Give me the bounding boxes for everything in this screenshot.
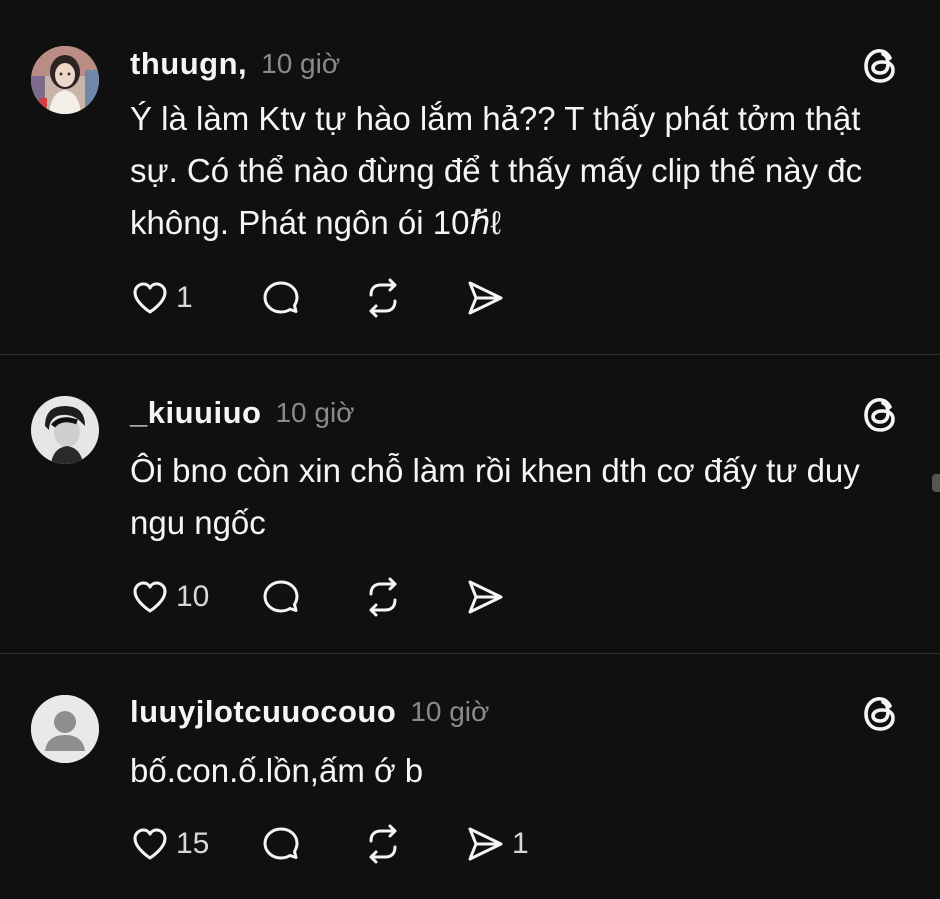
reply-text: Ôi bno còn xin chỗ làm rồi khen dth cơ đ… — [130, 452, 860, 541]
reply-button[interactable] — [260, 576, 302, 618]
like-count: 10 — [176, 580, 210, 613]
share-count: 1 — [512, 827, 529, 860]
like-button[interactable]: 10 — [130, 577, 220, 617]
reply-button[interactable] — [260, 823, 302, 865]
username[interactable]: _kiuuiuo — [130, 395, 261, 431]
share-button[interactable] — [464, 277, 512, 319]
reply-post-2[interactable]: _kiuuiuo 10 giờ Ôi bno còn xin chỗ làm r… — [0, 355, 940, 653]
share-button[interactable]: 1 — [464, 823, 529, 865]
post-header: thuugn, 10 giờ — [130, 44, 340, 84]
send-icon — [468, 281, 503, 315]
send-icon — [468, 827, 503, 861]
timestamp: 10 giờ — [410, 696, 490, 727]
like-button[interactable]: 1 — [130, 278, 220, 318]
username[interactable]: luuyjlotcuuocouo — [130, 694, 396, 730]
threads-logo-icon[interactable] — [860, 393, 902, 435]
reply-text: Ý là làm Ktv tự hào lắm hả?? T thấy phát… — [130, 100, 863, 241]
threads-logo-icon[interactable] — [860, 44, 902, 86]
reply-button[interactable] — [260, 277, 302, 319]
repost-button[interactable] — [362, 576, 404, 618]
repost-button[interactable] — [362, 823, 404, 865]
repost-icon — [369, 577, 397, 617]
action-bar: 10 — [130, 575, 554, 619]
repost-icon — [369, 278, 397, 318]
comment-bubble-icon — [263, 580, 299, 613]
share-button[interactable] — [464, 576, 512, 618]
comment-bubble-icon — [263, 281, 299, 314]
timestamp: 10 giờ — [275, 397, 355, 428]
heart-icon — [133, 828, 167, 860]
action-bar: 15 1 — [130, 822, 571, 866]
send-icon — [468, 580, 503, 614]
timestamp: 10 giờ — [261, 48, 341, 79]
scroll-indicator[interactable] — [932, 474, 940, 492]
post-header: luuyjlotcuuocouo 10 giờ — [130, 692, 489, 732]
action-bar: 1 — [130, 276, 554, 320]
like-count: 1 — [176, 281, 193, 314]
comment-bubble-icon — [263, 827, 299, 860]
reply-text: bố.con.ố.lồn,ấm ớ b — [130, 752, 424, 789]
avatar[interactable] — [31, 46, 99, 114]
like-count: 15 — [176, 827, 210, 860]
heart-icon — [133, 282, 167, 314]
avatar[interactable] — [31, 695, 99, 763]
reply-post-1[interactable]: thuugn, 10 giờ Ý là làm Ktv tự hào lắm h… — [0, 0, 940, 354]
heart-icon — [133, 581, 167, 613]
username[interactable]: thuugn, — [130, 46, 247, 82]
repost-icon — [369, 824, 397, 864]
repost-button[interactable] — [362, 277, 404, 319]
reply-post-3[interactable]: luuyjlotcuuocouo 10 giờ bố.con.ố.lồn,ấm … — [0, 654, 940, 899]
avatar[interactable] — [31, 396, 99, 464]
threads-logo-icon[interactable] — [860, 692, 902, 734]
post-header: _kiuuiuo 10 giờ — [130, 393, 355, 433]
threads-replies-feed: thuugn, 10 giờ Ý là làm Ktv tự hào lắm h… — [0, 0, 940, 899]
like-button[interactable]: 15 — [130, 824, 220, 864]
